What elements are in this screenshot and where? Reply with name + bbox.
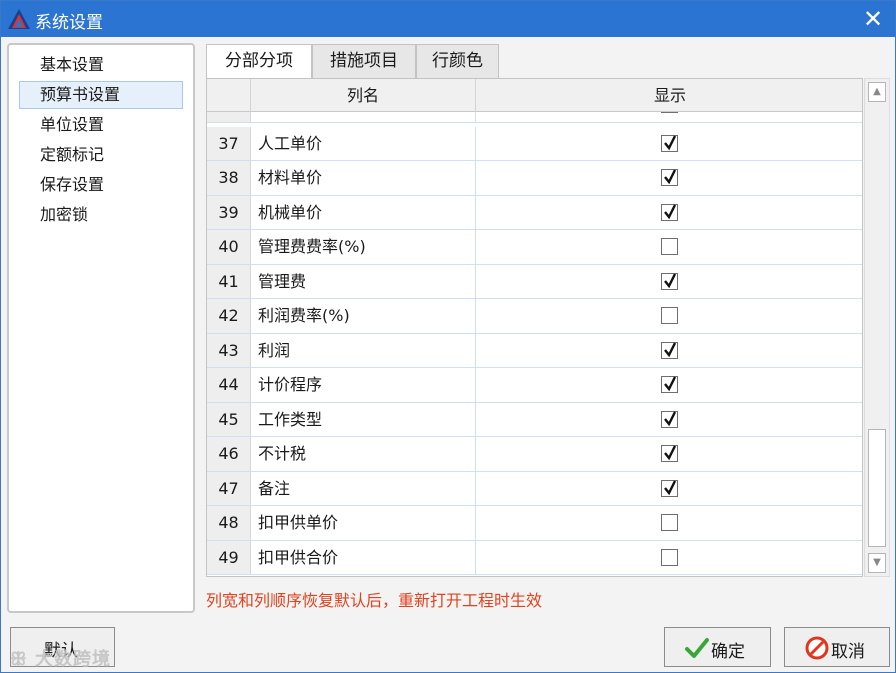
scroll-thumb[interactable] xyxy=(868,429,886,547)
sidebar-item[interactable]: 定额标记 xyxy=(19,141,183,169)
row-show-cell xyxy=(476,161,862,195)
sidebar-item[interactable]: 加密锁 xyxy=(19,201,183,229)
row-column-name: 备注 xyxy=(251,471,476,505)
sidebar-item[interactable]: 单位设置 xyxy=(19,111,183,139)
show-checkbox[interactable] xyxy=(661,410,678,428)
table-row: 37 人工单价 xyxy=(207,126,862,161)
row-show-cell xyxy=(476,541,862,575)
scroll-up-icon[interactable]: ▲ xyxy=(868,82,886,102)
table-row: 41 管理费 xyxy=(207,264,862,299)
row-number: 39 xyxy=(207,195,251,229)
row-column-name: 机械单价 xyxy=(251,195,476,229)
table-row: 45 工作类型 xyxy=(207,402,862,437)
show-checkbox[interactable] xyxy=(661,548,678,566)
settings-sidebar: 基本设置 预算书设置 单位设置 定额标记 保存设置 加密锁 xyxy=(7,43,195,613)
settings-dialog: 系统设置 ✕ 基本设置 预算书设置 单位设置 定额标记 保存设置 加密锁 分部分项 措施项… xyxy=(0,0,896,673)
window-title: 系统设置 xyxy=(35,13,103,33)
tab-fenbu-fenxiang[interactable]: 分部分项 xyxy=(206,44,312,80)
check-icon xyxy=(685,638,709,658)
scroll-down-icon[interactable]: ▼ xyxy=(868,553,886,573)
ok-button-label: 确定 xyxy=(711,642,745,662)
header-column-name: 列名 xyxy=(251,79,476,112)
table-row: 49 扣甲供合价 xyxy=(207,540,862,575)
row-number: 48 xyxy=(207,506,251,540)
row-show-cell xyxy=(476,403,862,437)
row-show-cell xyxy=(476,472,862,506)
row-number: 43 xyxy=(207,333,251,367)
grid-scrollbar[interactable]: ▲ ▼ xyxy=(864,78,890,577)
table-row: 42 利润费率(%) xyxy=(207,299,862,334)
row-number: 40 xyxy=(207,230,251,264)
show-checkbox[interactable] xyxy=(661,238,678,255)
row-column-name: 管理费 xyxy=(251,264,476,298)
tab-cuoshi-xiangmu[interactable]: 措施项目 xyxy=(312,44,416,79)
header-rownum xyxy=(207,79,251,112)
show-checkbox[interactable] xyxy=(661,203,678,221)
cancel-button-label: 取消 xyxy=(831,642,865,662)
cancel-icon xyxy=(805,636,829,660)
table-row: 38 材料单价 xyxy=(207,161,862,196)
grid-header: 列名 显示 xyxy=(207,79,862,112)
row-number: 38 xyxy=(207,161,251,195)
row-number: 46 xyxy=(207,437,251,471)
row-column-name: 扣甲供单价 xyxy=(251,506,476,540)
row-show-cell xyxy=(476,437,862,471)
row-number: 44 xyxy=(207,368,251,402)
row-number: 41 xyxy=(207,264,251,298)
close-icon[interactable]: ✕ xyxy=(859,5,887,33)
sidebar-item[interactable]: 保存设置 xyxy=(19,171,183,199)
table-row: 47 备注 xyxy=(207,471,862,506)
row-number: 49 xyxy=(207,540,251,574)
row-column-name: 利润 xyxy=(251,333,476,367)
show-checkbox[interactable] xyxy=(661,307,678,324)
row-show-cell xyxy=(476,334,862,368)
table-row: 43 利润 xyxy=(207,333,862,368)
show-checkbox[interactable] xyxy=(661,479,678,497)
row-column-name: 扣甲供合价 xyxy=(251,540,476,574)
row-number: 47 xyxy=(207,471,251,505)
watermark: ꕥ 大数跨境 xyxy=(10,649,111,670)
row-show-cell xyxy=(476,127,862,161)
row-show-cell xyxy=(476,506,862,540)
sidebar-item[interactable]: 基本设置 xyxy=(19,51,183,79)
row-number: 45 xyxy=(207,402,251,436)
show-checkbox[interactable] xyxy=(661,376,678,393)
show-checkbox[interactable] xyxy=(661,169,678,186)
sidebar-item[interactable]: 预算书设置 xyxy=(19,81,183,109)
row-column-name: 人工单价 xyxy=(251,126,476,160)
row-number: 37 xyxy=(207,126,251,160)
title-bar: 系统设置 ✕ xyxy=(1,1,895,37)
show-checkbox[interactable] xyxy=(661,134,678,152)
column-settings-grid: 36合价合计37人工单价38材料单价39机械单价40管理费费率(%)41管理费4… xyxy=(206,78,863,577)
row-show-cell xyxy=(476,265,862,299)
show-checkbox[interactable] xyxy=(661,514,678,531)
row-column-name: 材料单价 xyxy=(251,161,476,195)
header-show: 显示 xyxy=(653,86,686,105)
restart-note: 列宽和列顺序恢复默认后，重新打开工程时生效 xyxy=(206,591,543,610)
tab-row-color[interactable]: 行颜色 xyxy=(416,44,499,79)
table-row: 46 不计税 xyxy=(207,437,862,472)
row-column-name: 计价程序 xyxy=(251,368,476,402)
show-checkbox[interactable] xyxy=(661,341,678,359)
row-show-cell xyxy=(476,299,862,333)
row-column-name: 不计税 xyxy=(251,437,476,471)
row-column-name: 管理费费率(%) xyxy=(251,230,476,264)
table-row: 39 机械单价 xyxy=(207,195,862,230)
table-row: 44 计价程序 xyxy=(207,368,862,403)
row-show-cell xyxy=(476,368,862,402)
app-logo-icon xyxy=(8,9,30,29)
show-checkbox[interactable] xyxy=(661,272,678,290)
row-show-cell xyxy=(476,230,862,264)
row-number: 42 xyxy=(207,299,251,333)
row-show-cell xyxy=(476,196,862,230)
cancel-button[interactable]: 取消 xyxy=(784,627,890,667)
row-column-name: 工作类型 xyxy=(251,402,476,436)
show-checkbox[interactable] xyxy=(661,445,678,462)
row-column-name: 利润费率(%) xyxy=(251,299,476,333)
table-row: 48 扣甲供单价 xyxy=(207,506,862,541)
table-row: 40 管理费费率(%) xyxy=(207,230,862,265)
ok-button[interactable]: 确定 xyxy=(664,627,771,667)
